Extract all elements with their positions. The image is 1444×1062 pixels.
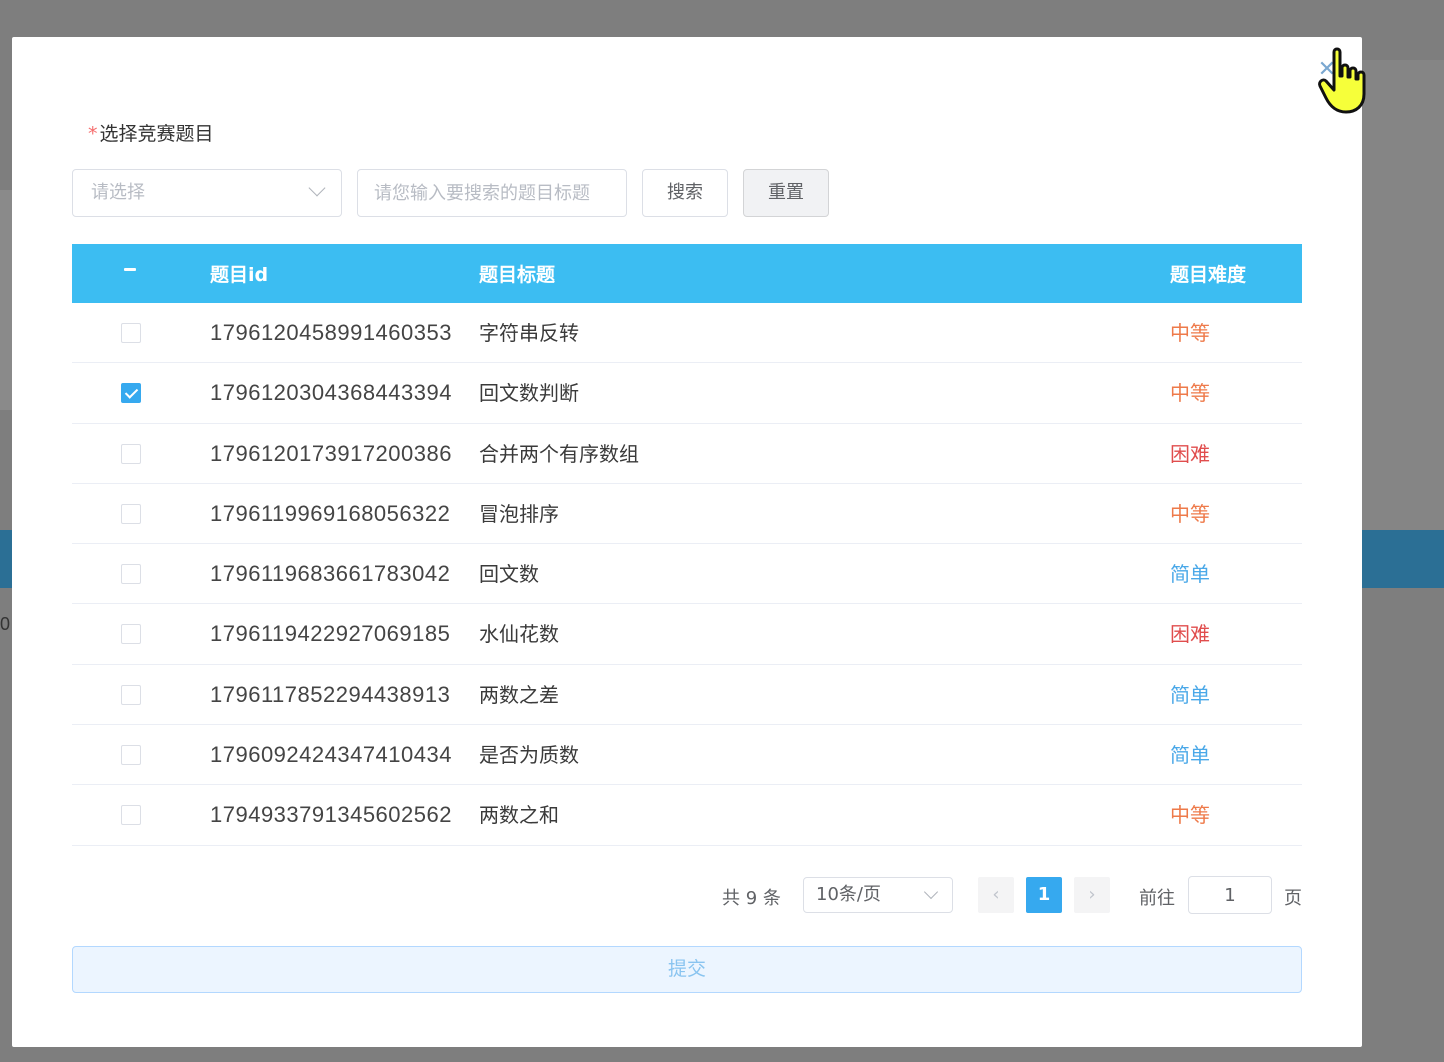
form-label: * 选择竞赛题目: [88, 119, 214, 146]
page-unit-label: 页: [1284, 888, 1302, 909]
page-size-value: 10条/页: [816, 884, 881, 905]
goto-label: 前往: [1139, 888, 1175, 909]
problem-id: 1796092424347410434: [210, 742, 452, 768]
row-checkbox[interactable]: [121, 564, 141, 585]
problem-difficulty: 中等: [1170, 803, 1210, 828]
problem-title: 两数之和: [479, 803, 559, 828]
table-row: 1796119683661783042 回文数 简单: [72, 544, 1302, 605]
search-input[interactable]: [357, 169, 627, 217]
problem-id: 1796120458991460353: [210, 320, 452, 345]
difficulty-select-placeholder: 请选择: [91, 182, 145, 203]
problem-difficulty: 中等: [1170, 381, 1210, 406]
problem-id: 1796119683661783042: [210, 561, 451, 587]
background-panel-left: [0, 190, 12, 410]
problem-id: 1796120304368443394: [210, 380, 452, 406]
problem-id: 1796119969168056322: [210, 500, 451, 526]
search-button[interactable]: 搜索: [642, 169, 728, 217]
problem-difficulty: 中等: [1170, 321, 1210, 345]
problem-title: 水仙花数: [479, 622, 559, 647]
problem-id: 1796119422927069185: [210, 621, 451, 647]
hand-cursor-icon: [1318, 47, 1366, 114]
background-panel: [1362, 60, 1444, 530]
pagination-total: 共 9 条: [722, 888, 781, 909]
page-size-select[interactable]: 10条/页: [803, 877, 953, 913]
reset-button[interactable]: 重置: [743, 169, 829, 217]
table-row: 1796120304368443394 回文数判断 中等: [72, 363, 1302, 424]
problem-title: 字符串反转: [479, 321, 579, 345]
problem-id: 1794933791345602562: [210, 802, 452, 828]
problem-id: 1796120173917200386: [210, 440, 452, 466]
problem-title: 两数之差: [479, 682, 559, 707]
table-row: 1796119969168056322 冒泡排序 中等: [72, 484, 1302, 545]
row-checkbox[interactable]: [121, 745, 141, 766]
row-checkbox[interactable]: [121, 684, 141, 705]
chevron-down-icon: [308, 179, 326, 197]
background-text: 0: [0, 614, 11, 634]
row-checkbox[interactable]: [121, 383, 141, 404]
row-checkbox[interactable]: [121, 503, 141, 524]
goto-page-input[interactable]: [1188, 876, 1272, 914]
select-all-checkbox[interactable]: [124, 268, 136, 271]
chevron-down-icon: [923, 884, 939, 900]
select-problem-dialog: ✕ *选择竞赛题目 请选择 搜索 重置 题目id 题目标题 题目难度 17961…: [12, 37, 1362, 1047]
required-mark: *: [88, 123, 98, 145]
difficulty-select[interactable]: 请选择: [72, 169, 342, 217]
problem-title: 合并两个有序数组: [479, 441, 639, 466]
header-difficulty: 题目难度: [1170, 264, 1247, 286]
chevron-right-icon[interactable]: ›: [1074, 877, 1110, 913]
problem-title: 回文数: [479, 562, 539, 587]
problem-difficulty: 简单: [1170, 682, 1210, 707]
problem-title: 回文数判断: [479, 381, 579, 406]
page-button-current[interactable]: 1: [1026, 877, 1062, 913]
table-header: 题目id 题目标题 题目难度: [72, 244, 1302, 303]
table-row: 1796092424347410434 是否为质数 简单: [72, 725, 1302, 786]
row-checkbox[interactable]: [121, 443, 141, 464]
table-row: 1796119422927069185 水仙花数 困难: [72, 604, 1302, 665]
table-row: 1796120173917200386 合并两个有序数组 困难: [72, 424, 1302, 484]
table-row: 1796120458991460353 字符串反转 中等: [72, 303, 1302, 364]
row-checkbox[interactable]: [121, 805, 141, 826]
header-title: 题目标题: [479, 264, 556, 286]
row-checkbox[interactable]: [121, 624, 141, 645]
pagination: 共 9 条 10条/页 ‹ 1 › 前往 页: [72, 875, 1302, 915]
problem-difficulty: 困难: [1170, 441, 1210, 466]
table-row: 1794933791345602562 两数之和 中等: [72, 785, 1302, 846]
problem-title: 是否为质数: [479, 743, 579, 768]
submit-button[interactable]: 提交: [72, 946, 1302, 993]
problem-table: 题目id 题目标题 题目难度 1796120458991460353 字符串反转…: [72, 244, 1302, 846]
problem-difficulty: 中等: [1170, 501, 1210, 526]
problem-difficulty: 困难: [1170, 622, 1210, 647]
problem-difficulty: 简单: [1170, 562, 1210, 587]
problem-title: 冒泡排序: [479, 501, 559, 526]
header-id: 题目id: [210, 264, 269, 286]
table-body: 1796120458991460353 字符串反转 中等 17961203043…: [72, 303, 1302, 846]
table-row: 1796117852294438913 两数之差 简单: [72, 665, 1302, 726]
chevron-left-icon[interactable]: ‹: [978, 877, 1014, 913]
problem-id: 1796117852294438913: [210, 681, 451, 707]
row-checkbox[interactable]: [121, 323, 141, 343]
form-label-text: 选择竞赛题目: [99, 123, 214, 145]
problem-difficulty: 简单: [1170, 743, 1210, 768]
